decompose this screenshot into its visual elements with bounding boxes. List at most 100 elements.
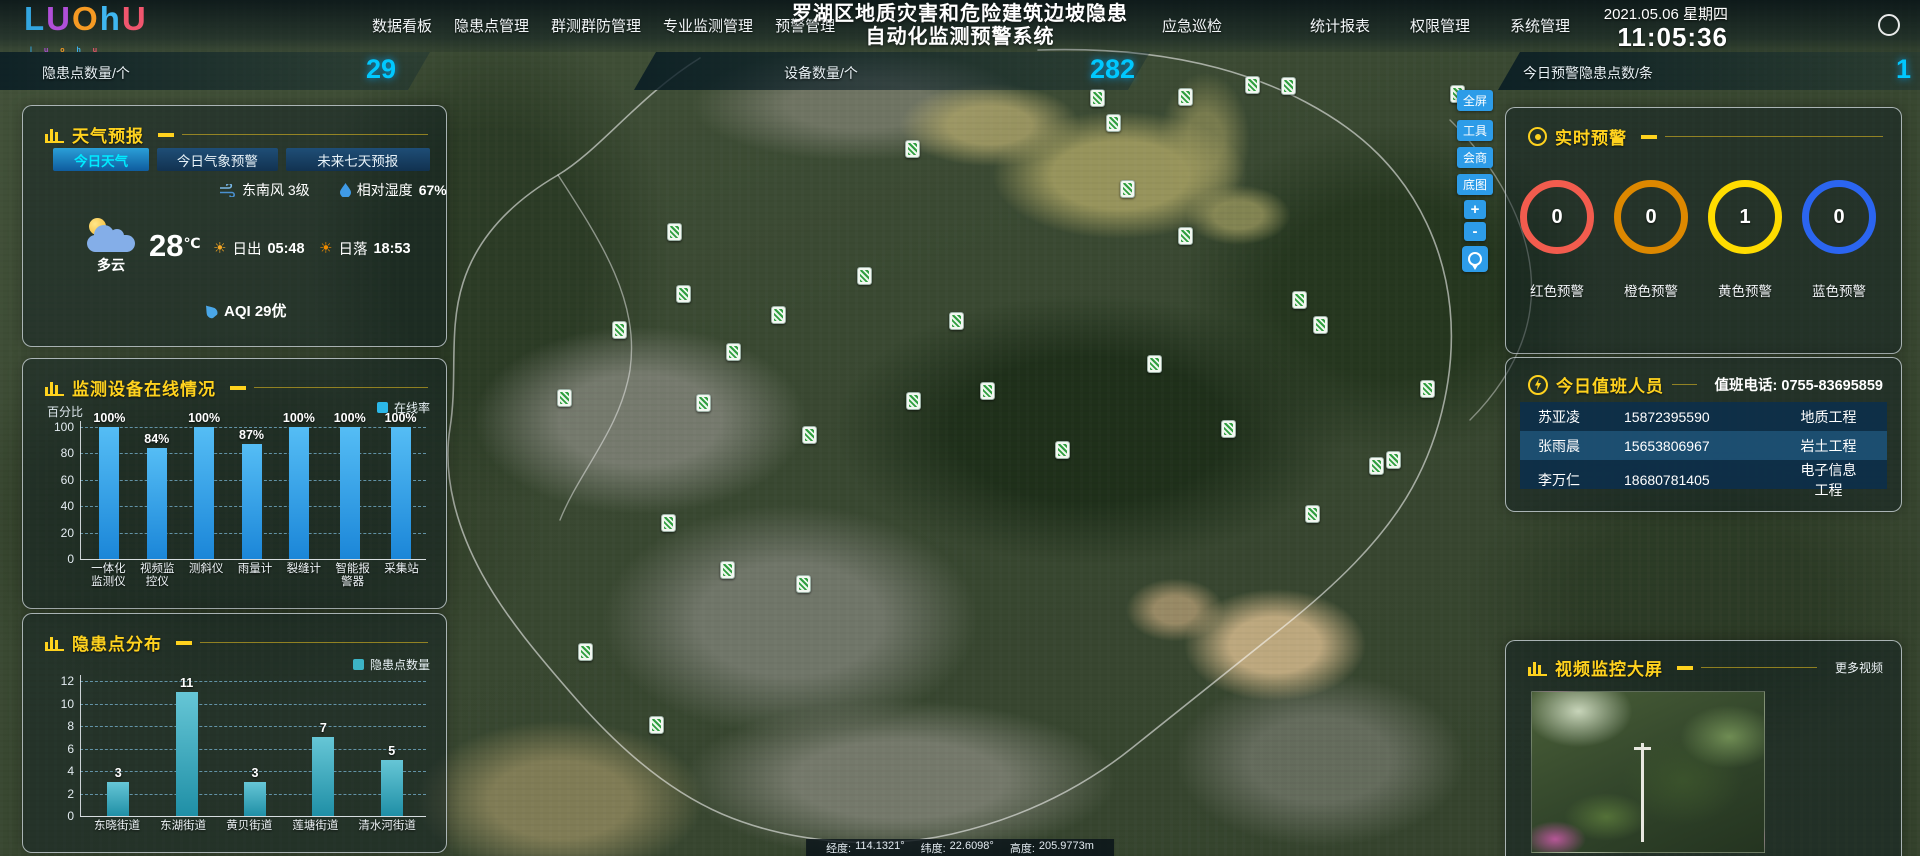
map-device-marker[interactable] (1055, 441, 1070, 459)
map-device-marker[interactable] (796, 575, 811, 593)
x-axis-line (80, 816, 426, 817)
chart-bar (391, 427, 411, 559)
chart-bar-column: 84% (144, 432, 169, 559)
bar-value-label: 5 (388, 744, 395, 758)
weather-tab[interactable]: 未来七天预报 (286, 148, 430, 171)
cloudy-icon (83, 218, 139, 252)
warning-item: 1黄色预警 (1698, 180, 1792, 300)
sunset-label: 日落 (338, 238, 367, 259)
map-device-marker[interactable] (1369, 457, 1384, 475)
map-device-marker[interactable] (649, 716, 664, 734)
user-circle-icon[interactable] (1878, 14, 1900, 36)
map-device-marker[interactable] (771, 306, 786, 324)
map-device-marker[interactable] (1120, 180, 1135, 198)
map-device-marker[interactable] (1090, 89, 1105, 107)
duty-phone-cell: 18680781405 (1624, 472, 1794, 488)
map-device-marker[interactable] (676, 285, 691, 303)
logo-text: LUOhU (24, 2, 148, 36)
top-nav-bar: LUOhU luohu 数据看板隐患点管理群测群防管理专业监测管理预警管理 罗湖… (0, 0, 1920, 52)
device-count-value: 282 (1090, 54, 1135, 85)
map-device-marker[interactable] (1386, 451, 1401, 469)
map-device-marker[interactable] (1245, 76, 1260, 94)
bar-value-label: 87% (239, 428, 264, 442)
nav-item[interactable]: 数据看板 (372, 15, 432, 36)
bar-value-label: 100% (385, 411, 417, 425)
x-axis-label: 莲塘街道 (292, 820, 338, 833)
video-thumbnail[interactable] (1531, 691, 1765, 853)
map-device-marker[interactable] (1178, 227, 1193, 245)
map-device-marker[interactable] (667, 223, 682, 241)
nav-item[interactable]: 系统管理 (1510, 15, 1570, 36)
aqi-leaf-icon (202, 302, 219, 320)
weather-tab[interactable]: 今日气象预警 (157, 148, 277, 171)
map-device-marker[interactable] (905, 140, 920, 158)
nav-item[interactable]: 群测群防管理 (551, 15, 641, 36)
nav-item[interactable]: 专业监测管理 (663, 15, 753, 36)
map-tool-button-2[interactable]: 工具 (1457, 120, 1493, 141)
zoom-out-button[interactable]: - (1464, 222, 1486, 241)
more-videos-link[interactable]: 更多视频 (1835, 659, 1883, 676)
zoom-in-button[interactable]: + (1464, 200, 1486, 219)
map-device-marker[interactable] (1106, 114, 1121, 132)
warning-rings: 0红色预警0橙色预警1黄色预警0蓝色预警 (1510, 180, 1889, 300)
map-device-marker[interactable] (1221, 420, 1236, 438)
map-tool-button-4[interactable]: 底图 (1457, 174, 1493, 195)
map-device-marker[interactable] (949, 312, 964, 330)
x-axis-label: 裂缝计 (287, 563, 322, 588)
nav-item[interactable]: 权限管理 (1410, 15, 1470, 36)
sunset-info: ☀ 日落 18:53 (319, 238, 411, 259)
chart-bars: 311375 (84, 672, 426, 816)
sunrise-time: 05:48 (267, 241, 304, 257)
map-device-marker[interactable] (557, 389, 572, 407)
header-accent-line (1672, 384, 1697, 385)
map-device-marker[interactable] (726, 343, 741, 361)
weather-tab[interactable]: 今日天气 (53, 148, 149, 171)
x-axis-label: 东湖街道 (160, 820, 206, 833)
map-device-marker[interactable] (661, 514, 676, 532)
duty-phone-label: 值班电话: (1715, 378, 1778, 394)
map-device-marker[interactable] (696, 394, 711, 412)
warning-label: 蓝色预警 (1812, 280, 1866, 300)
map-tool-button-1[interactable]: 全屏 (1457, 90, 1493, 111)
map-device-marker[interactable] (578, 643, 593, 661)
temperature: 28℃ (149, 228, 200, 264)
duty-phone-cell: 15653806967 (1624, 438, 1794, 454)
map-device-marker[interactable] (802, 426, 817, 444)
map-device-marker[interactable] (906, 392, 921, 410)
map-device-marker[interactable] (980, 382, 995, 400)
chart-bar-column: 100% (283, 411, 315, 559)
duty-phone-cell: 15872395590 (1624, 409, 1794, 425)
map-device-marker[interactable] (1178, 88, 1193, 106)
header-accent-dash (1677, 666, 1693, 670)
weather-tabs: 今日天气今日气象预警未来七天预报 (53, 148, 430, 171)
nav-item[interactable]: 隐患点管理 (454, 15, 529, 36)
map-device-marker[interactable] (720, 561, 735, 579)
y-axis-tick: 60 (38, 473, 74, 487)
map-device-marker[interactable] (857, 267, 872, 285)
map-device-marker[interactable] (1292, 291, 1307, 309)
map-tool-button-3[interactable]: 会商 (1457, 147, 1493, 168)
map-device-marker[interactable] (1420, 380, 1435, 398)
nav-item[interactable]: 应急巡检 (1162, 15, 1222, 36)
map-device-marker[interactable] (1147, 355, 1162, 373)
sunrise-icon: ☀ (213, 241, 226, 256)
locate-button[interactable] (1462, 246, 1488, 272)
realtime-warning-panel: 实时预警 0红色预警0橙色预警1黄色预警0蓝色预警 (1505, 107, 1902, 354)
chart-bar-column: 11 (176, 676, 198, 816)
bar-value-label: 100% (334, 411, 366, 425)
marker-device-glyph (860, 270, 869, 282)
map-device-marker[interactable] (1281, 77, 1296, 95)
nav-item[interactable]: 统计报表 (1310, 15, 1370, 36)
marker-device-glyph (560, 392, 569, 404)
marker-device-glyph (1093, 92, 1102, 104)
map-device-marker[interactable] (612, 321, 627, 339)
logo-letter: L (24, 0, 46, 37)
sunset-time: 18:53 (373, 241, 410, 257)
marker-device-glyph (1123, 183, 1132, 195)
marker-device-glyph (909, 395, 918, 407)
hazard-panel-title: 隐患点分布 (72, 630, 162, 655)
map-device-marker[interactable] (1313, 316, 1328, 334)
wind-text: 东南风 3级 (242, 180, 310, 200)
chart-bar-column: 3 (244, 766, 266, 816)
map-device-marker[interactable] (1305, 505, 1320, 523)
